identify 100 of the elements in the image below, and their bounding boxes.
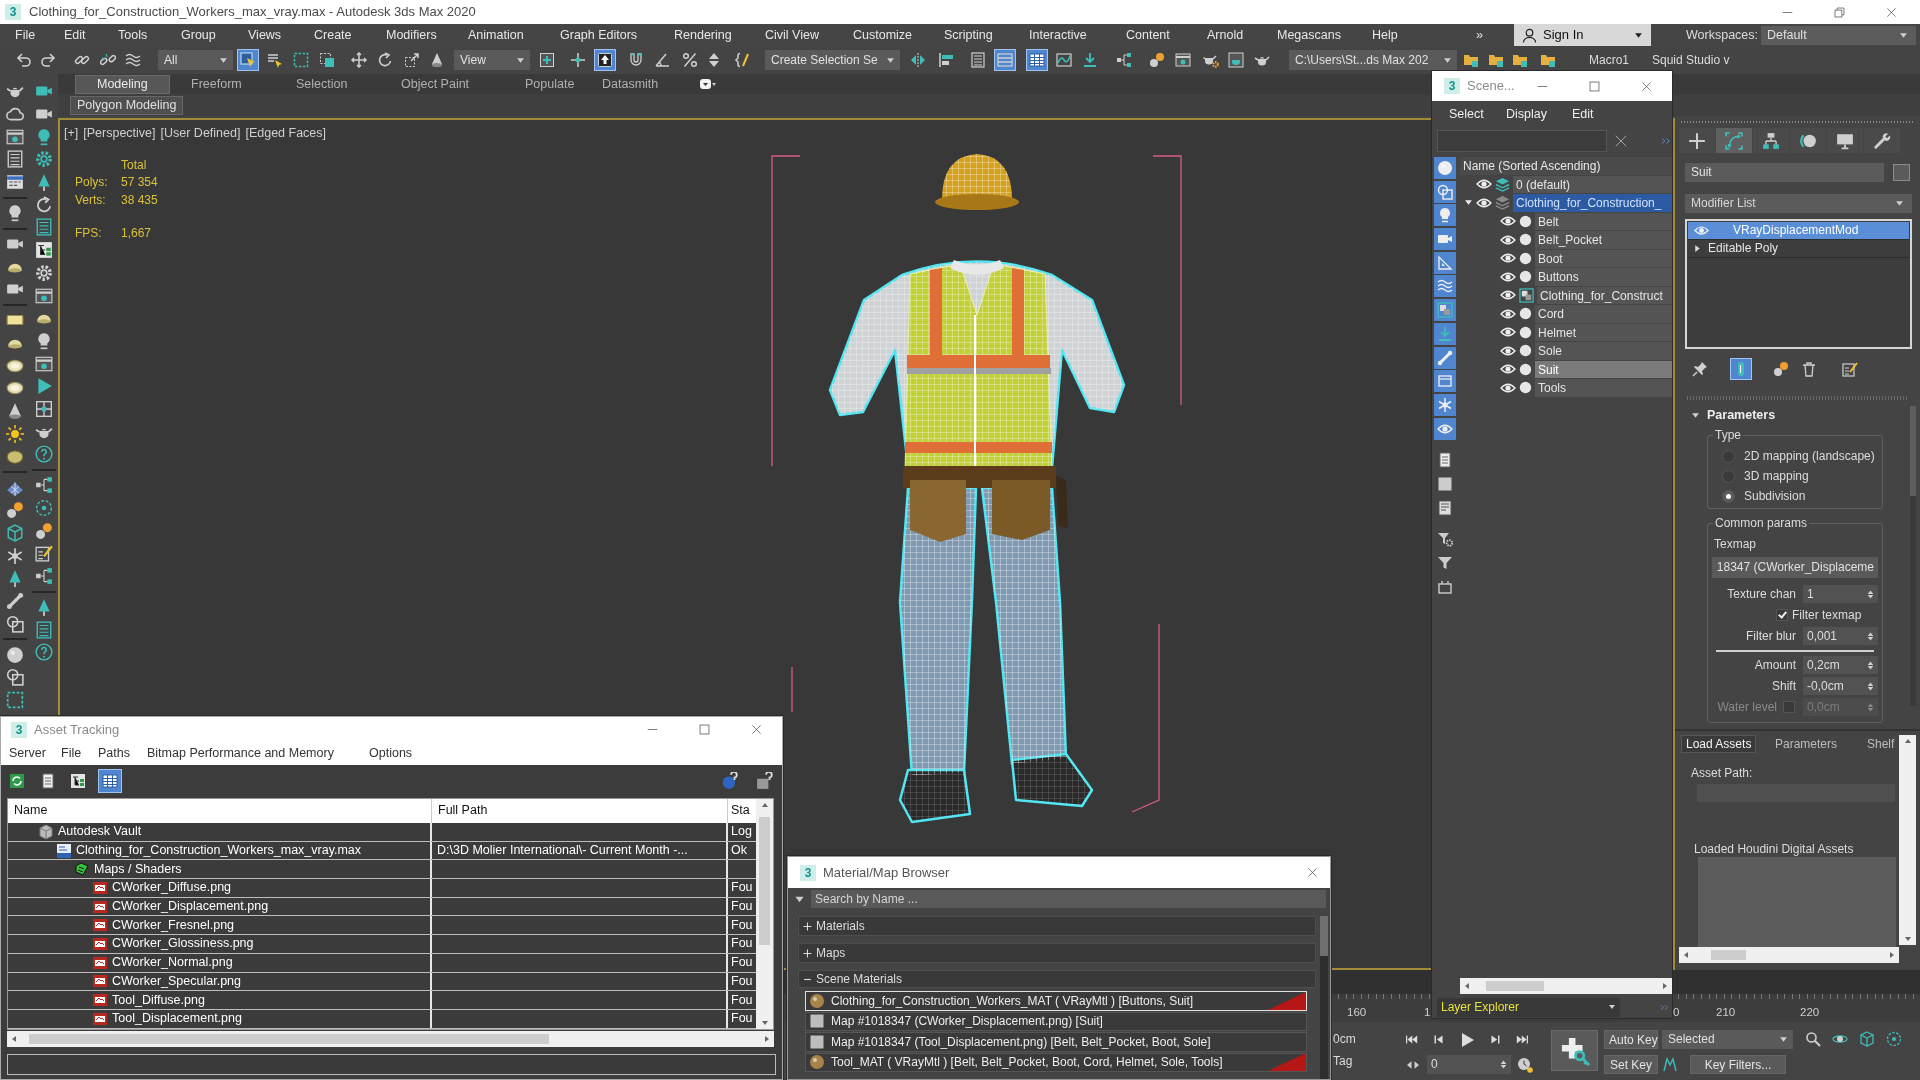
plus-key-button[interactable] [1551,1030,1598,1071]
nodes-icon[interactable] [34,567,53,586]
menu-item[interactable]: Content [1126,27,1170,43]
number-field[interactable]: 0,2cm [1803,656,1878,675]
skip-start-icon[interactable] [1405,1033,1418,1046]
menu-item[interactable]: Graph Editors [560,27,638,43]
table-row[interactable]: Tool_Diffuse.png Fou [8,991,756,1010]
menu-item[interactable]: Bitmap Performance and Memory [147,746,334,761]
menu-item[interactable]: Edit [64,27,86,43]
snowflake-icon[interactable] [5,546,24,565]
ribbon-tab[interactable]: Object Paint [379,75,492,94]
step-back-icon[interactable] [1432,1033,1445,1046]
radio-button[interactable] [1722,449,1735,463]
tree-item[interactable]: Sole [1535,342,1672,360]
tree-view-icon[interactable] [34,241,53,260]
toolbar-button[interactable] [98,768,122,793]
panel-tab[interactable]: Parameters [1770,735,1843,753]
gear-icon[interactable] [34,263,53,282]
nodes-icon[interactable] [34,476,53,495]
filter-button[interactable] [1434,180,1456,203]
key-filters-button[interactable]: Key Filters... [1690,1055,1786,1074]
tree-item[interactable]: Tools [1535,379,1672,397]
search-field[interactable] [1437,130,1607,152]
object-name-field[interactable]: Suit [1685,163,1884,182]
number-field[interactable]: 0,001 [1803,627,1878,646]
tree-item[interactable]: Helmet [1535,323,1672,341]
ribbon-panel-button[interactable]: Polygon Modeling [70,95,184,115]
viewport-menu-label[interactable]: [User Defined] [160,126,241,141]
list-icon[interactable] [34,218,53,237]
filter-button[interactable] [1434,322,1456,345]
menu-item[interactable]: Paths [98,746,130,761]
panel-tab[interactable] [1864,128,1900,153]
bone-icon[interactable] [5,591,24,610]
filter-button[interactable] [1434,204,1456,227]
menu-item[interactable]: Rendering [674,27,732,43]
panel-tab[interactable] [1790,128,1826,153]
auto-key-button[interactable]: Auto Key [1604,1030,1658,1049]
panel-tab[interactable] [1827,128,1863,153]
sign-in-dropdown[interactable]: Sign In [1514,24,1651,46]
menu-item[interactable]: Megascans [1277,27,1341,43]
tree-item[interactable]: Belt_Pocket [1535,231,1672,249]
scrollbar-thumb[interactable] [1486,981,1544,991]
vertical-scrollbar[interactable] [756,799,773,1029]
time-tag-label[interactable]: Tag [1333,1054,1356,1069]
tree-item[interactable]: 0 (default) [1513,175,1672,193]
key-mode-dropdown[interactable]: Selected [1662,1030,1793,1049]
frame-field[interactable]: 0 [1427,1055,1511,1074]
sphere-icon[interactable] [5,645,24,664]
close-icon[interactable] [1614,134,1628,148]
spheres-icon[interactable] [34,521,53,540]
viewport-menu-label[interactable]: [Perspective] [83,126,156,141]
zigzag-icon[interactable] [1662,1056,1678,1073]
menu-item[interactable]: Display [1506,106,1547,122]
table-row[interactable]: CWorker_Glossiness.png Fou [8,935,756,954]
toolbar-button[interactable] [348,49,370,71]
skip-end-icon[interactable] [1516,1033,1529,1046]
material-item[interactable]: Map #1018347 (CWorker_Displacement.png) [Suit] [805,1011,1307,1031]
shapes-icon[interactable] [5,614,24,633]
filter-button[interactable] [1434,393,1456,416]
menu-item[interactable]: Edit [1572,106,1594,122]
panel-tab[interactable] [1679,128,1715,153]
tree-item[interactable]: Clothing_for_Construct [1537,286,1672,304]
menu-item[interactable]: Options [369,746,413,761]
window-icon[interactable] [34,354,53,373]
radio-button[interactable] [1722,489,1735,503]
menu-item[interactable]: Create [314,27,352,43]
set-key-button[interactable]: Set Key [1604,1055,1658,1074]
scrollbar-thumb[interactable] [29,1034,549,1044]
table-row[interactable]: Autodesk Vault Log [8,823,756,842]
help-icon[interactable] [34,445,53,464]
window-icon[interactable] [5,127,24,146]
ellipse-icon[interactable] [5,447,24,466]
modifier-list-dropdown[interactable]: Modifier List [1685,194,1912,213]
menu-item[interactable]: Modifiers [386,27,437,43]
dropdown[interactable]: View [454,50,530,70]
dropdown[interactable]: C:\Users\St...ds Max 202 [1289,50,1457,70]
group-header[interactable]: Scene Materials [798,970,1316,988]
scrollbar-thumb[interactable] [759,817,770,945]
ribbon-tab[interactable]: Selection [274,75,370,94]
rollout-title[interactable]: Parameters [1707,407,1776,423]
rotate-icon[interactable] [34,195,53,214]
clock-icon[interactable] [1517,1056,1533,1073]
texmap-button[interactable]: 18347 (CWorker_Displaceme [1712,557,1878,579]
horizontal-scrollbar[interactable] [1679,947,1899,963]
panel-tab[interactable]: Load Assets [1681,735,1757,753]
filter-button[interactable] [1434,346,1456,369]
scrollbar-thumb[interactable] [1910,406,1916,496]
list-icon[interactable] [5,150,24,169]
filter-button[interactable] [1434,299,1456,322]
menu-item[interactable]: Animation [468,27,524,43]
sun-icon[interactable] [5,424,24,443]
filter-button[interactable] [1434,228,1456,251]
menu-item[interactable]: Server [9,746,46,761]
material-item[interactable]: Tool_MAT ( VRayMtl ) [Belt, Belt_Pocket, Boot, Cord, Helmet, Sole, Tools] [805,1052,1307,1072]
table-row[interactable]: CWorker_Diffuse.png Fou [8,879,756,898]
tree-item[interactable]: Suit [1535,360,1672,378]
horizontal-scrollbar[interactable] [1460,978,1672,994]
viewport-menu-label[interactable]: [Edged Faces] [245,126,327,141]
grid-icon[interactable] [34,399,53,418]
menu-item[interactable]: Arnold [1207,27,1244,43]
